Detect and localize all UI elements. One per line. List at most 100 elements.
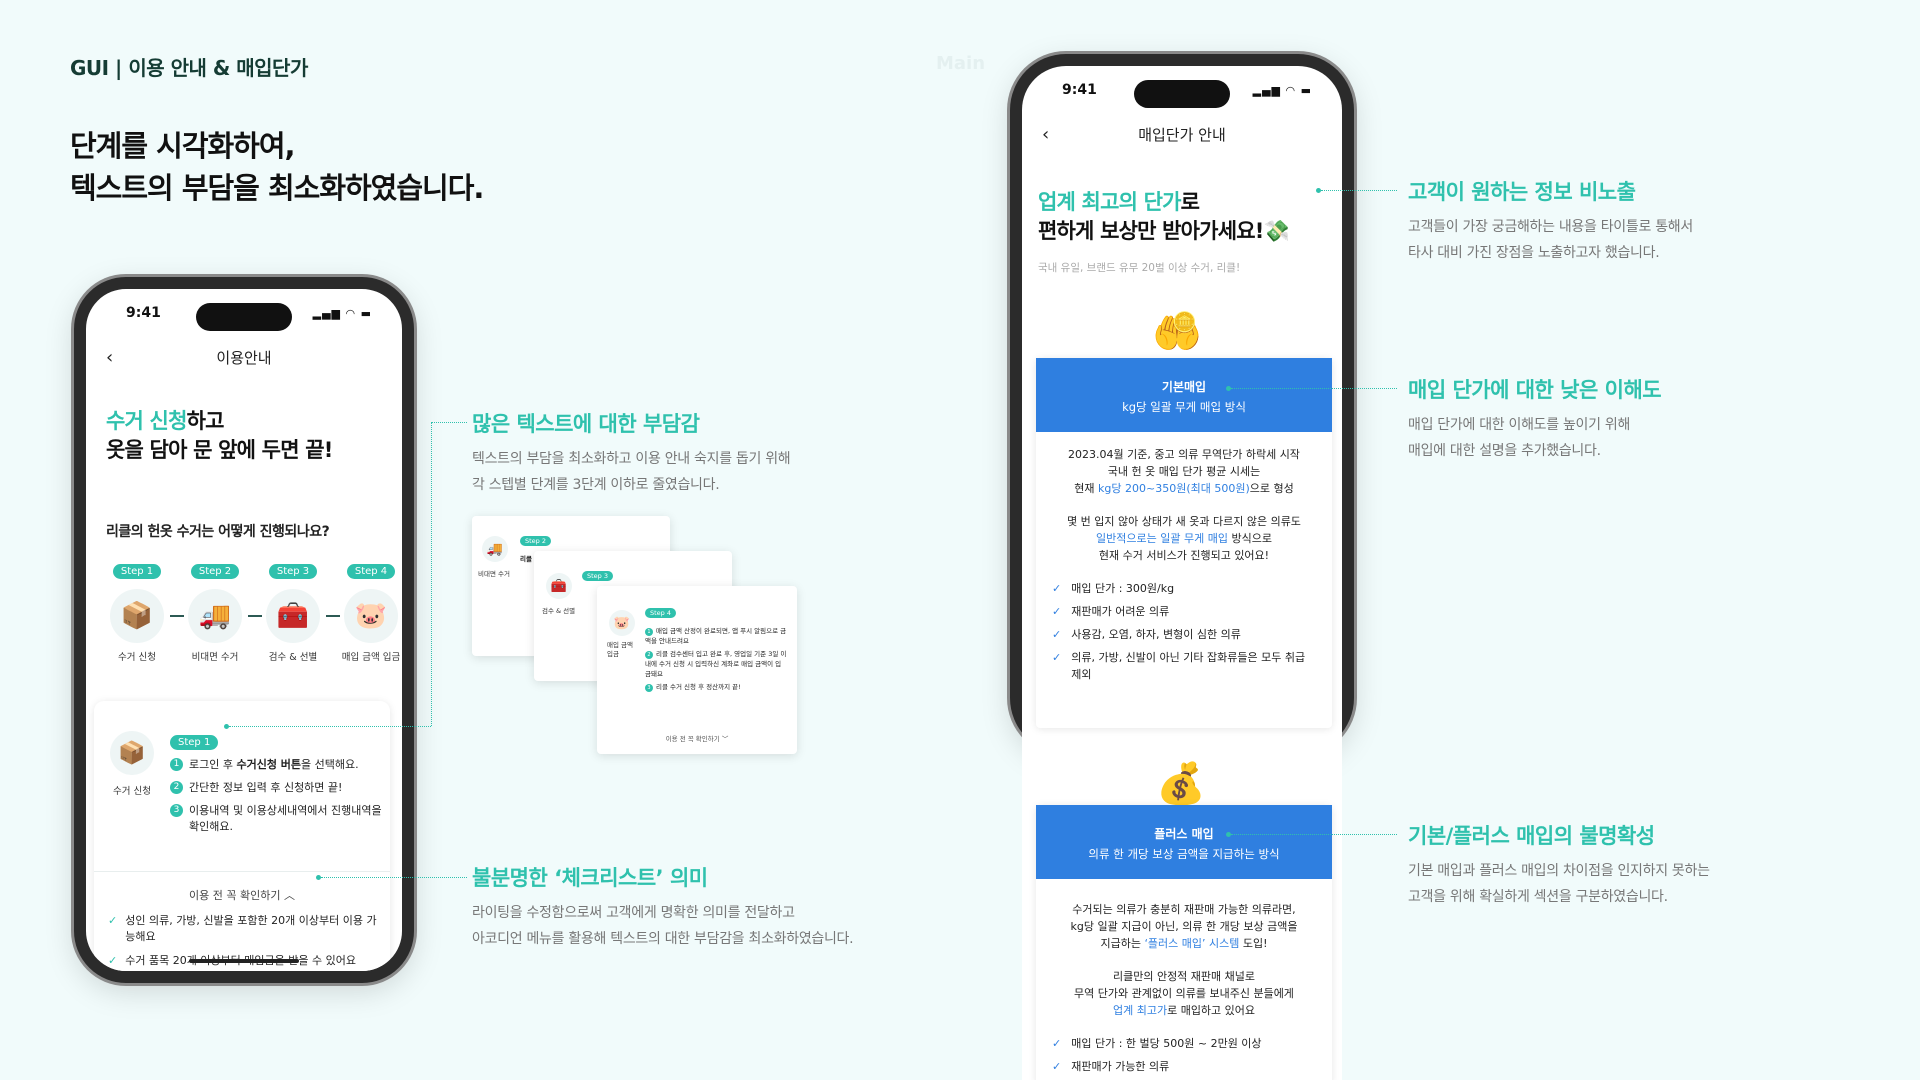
nav-title: 매입단가 안내 bbox=[1138, 126, 1226, 144]
headline-line1: 단계를 시각화하여, bbox=[70, 129, 296, 163]
paragraph: 몇 번 입지 않아 상태가 새 옷과 다르지 않은 의류도 일반적으로는 일괄 … bbox=[1067, 515, 1301, 562]
page-header: GUI | 이용 안내 & 매입단가 bbox=[70, 56, 308, 80]
coin-icon: 🪙 bbox=[1172, 310, 1197, 334]
step-label: 매입 금액 입금 bbox=[341, 652, 401, 663]
step-badge: Step 1 bbox=[112, 564, 162, 579]
card-step-badge: Step 1 bbox=[170, 735, 219, 750]
annotation-title: 매입 단가에 대한 낮은 이해도 bbox=[1408, 378, 1662, 402]
section-body: 수거되는 의류가 충분히 재판매 가능한 의류라면, kg당 일괄 지급이 아닌… bbox=[1036, 879, 1332, 1080]
section-title: 기본매입 bbox=[1161, 380, 1207, 394]
price-subtitle: 국내 유일, 브랜드 유무 20벌 이상 수거, 리클! bbox=[1038, 262, 1241, 274]
step-label: 검수 & 선별 bbox=[268, 652, 318, 663]
step-label: 비대면 수거 bbox=[191, 652, 239, 663]
check-icon: ✓ bbox=[1052, 605, 1062, 618]
connector-line bbox=[229, 726, 431, 727]
home-indicator bbox=[189, 959, 299, 963]
checklist: ✓ 성인 의류, 가방, 신발을 포함한 20개 이상부터 이용 가능해요 ✓ 수거… bbox=[108, 913, 378, 971]
guide-title: 수거 신청하고 옷을 담아 문 앞에 두면 끝! bbox=[106, 407, 333, 465]
basic-purchase-section: 기본매입 kg당 일괄 무게 매입 방식 2023.04월 기준, 중고 의류 … bbox=[1036, 358, 1332, 728]
check-icon: ✓ bbox=[1052, 1037, 1062, 1050]
mini-badge: Step 2 bbox=[520, 536, 552, 546]
headline: 단계를 시각화하여, 텍스트의 부담을 최소화하였습니다. bbox=[70, 125, 484, 209]
bullet: ✓ 의류, 가방, 신발이 아닌 기타 잡화류들은 모두 취급 제외 bbox=[1052, 651, 1306, 681]
step-1[interactable]: Step 1 📦 수거 신청 bbox=[100, 559, 174, 663]
mini-text: 리클 bbox=[520, 555, 532, 563]
paragraph: 2023.04월 기준, 중고 의류 무역단가 하락세 시작 국내 헌 옷 매입… bbox=[1068, 448, 1300, 495]
annotation-desc: 고객들이 가장 궁금해하는 내용을 타이틀로 통해서 타사 대비 가진 장점을 노… bbox=[1408, 219, 1693, 261]
dynamic-island bbox=[196, 303, 292, 331]
check-icon: ✓ bbox=[1052, 582, 1062, 595]
truck-icon: 🚚 bbox=[188, 589, 242, 643]
annotation-title: 기본/플러스 매입의 불명확성 bbox=[1408, 824, 1655, 848]
inspect-box-icon: 🧰 bbox=[266, 589, 320, 643]
connector-line bbox=[431, 422, 467, 423]
divider bbox=[94, 871, 390, 872]
step-label: 수거 신청 bbox=[118, 652, 156, 663]
step-badge: Step 2 bbox=[190, 564, 240, 579]
bullet: ✓ 사용감, 오염, 하자, 변형이 심한 의류 bbox=[1052, 628, 1241, 641]
annotation-title: 많은 텍스트에 대한 부담감 bbox=[472, 412, 700, 436]
mini-icon-label: 매입 금액 입금 bbox=[607, 641, 633, 658]
nav-title: 이용안내 bbox=[216, 349, 272, 367]
annotation-title: 고객이 원하는 정보 비노출 bbox=[1408, 180, 1636, 204]
section-sub: 의류 한 개당 보상 금액을 지급하는 방식 bbox=[1088, 847, 1280, 861]
step-row: Step 1 📦 수거 신청 Step 2 🚚 비대면 수거 Step 3 🧰 … bbox=[100, 559, 400, 669]
mini-badge: Step 4 bbox=[645, 608, 677, 618]
step-badge: Step 3 bbox=[268, 564, 318, 579]
check-icon: ✓ bbox=[108, 914, 118, 927]
inspect-box-icon: 🧰 bbox=[546, 573, 572, 599]
step-detail-card: 📦 수거 신청 Step 1 1 로그인 후 수거신청 버튼을 선택해요. 2 간단… bbox=[94, 701, 390, 971]
piggy-bank-icon: 🐷 bbox=[609, 610, 635, 636]
mini-icon-label: 비대면 수거 bbox=[478, 570, 510, 578]
plus-purchase-section: 플러스 매입 의류 한 개당 보상 금액을 지급하는 방식 수거되는 의류가 충… bbox=[1036, 805, 1332, 1080]
step-4[interactable]: Step 4 🐷 매입 금액 입금 bbox=[334, 559, 402, 663]
piggy-bank-icon: 🐷 bbox=[344, 589, 398, 643]
faint-label: Main bbox=[936, 53, 986, 74]
title-line2: 편하게 보상만 받아가세요! bbox=[1038, 219, 1264, 243]
truck-icon: 🚚 bbox=[482, 536, 508, 562]
status-icons: ▂▄▆ ◠ ▬ bbox=[1252, 84, 1312, 97]
dynamic-island bbox=[1134, 80, 1230, 108]
paragraph: 수거되는 의류가 충분히 재판매 가능한 의류라면, kg당 일괄 지급이 아닌… bbox=[1070, 903, 1298, 950]
step-badge: Step 4 bbox=[346, 564, 396, 579]
money-wings-icon: 💸 bbox=[1263, 219, 1290, 243]
question-heading: 리클의 헌옷 수거는 어떻게 진행되나요? bbox=[106, 524, 330, 540]
mini-list: 1 매입 금액 산정이 완료되면, 앱 푸시 알림으로 금액을 안내드려요 2 리클… bbox=[645, 627, 787, 692]
title-accent: 수거 신청 bbox=[106, 409, 187, 433]
list-item: 2 간단한 정보 입력 후 신청하면 끝! bbox=[170, 780, 384, 796]
step-3[interactable]: Step 3 🧰 검수 & 선별 bbox=[256, 559, 330, 663]
bullet: ✓ 재판매가 가능한 의류 bbox=[1052, 1060, 1170, 1073]
annotation-desc: 매입 단가에 대한 이해도를 높이기 위해 매입에 대한 설명을 추가했습니다. bbox=[1408, 417, 1631, 459]
section-header: 플러스 매입 의류 한 개당 보상 금액을 지급하는 방식 bbox=[1036, 805, 1332, 879]
accordion-toggle[interactable]: 이용 전 꼭 확인하기 ︿ bbox=[94, 887, 390, 903]
annotation-desc: 텍스트의 부담을 최소화하고 이용 안내 숙지를 돕기 위해 각 스텝별 단계를 … bbox=[472, 451, 791, 493]
check-icon: ✓ bbox=[1052, 1060, 1062, 1073]
check-icon: ✓ bbox=[1052, 628, 1062, 641]
section-sub: kg당 일괄 무게 매입 방식 bbox=[1122, 400, 1246, 414]
bullet: ✓ 매입 단가 : 한 벌당 500원 ~ 2만원 이상 bbox=[1052, 1037, 1262, 1050]
bullet: ✓ 매입 단가 : 300원/kg bbox=[1052, 582, 1175, 595]
chevron-down-icon: ﹀ bbox=[721, 735, 729, 743]
mini-card-step4: Step 4 🐷 매입 금액 입금 1 매입 금액 산정이 완료되면, 앱 푸시 … bbox=[597, 586, 797, 754]
mini-icon-label: 검수 & 선별 bbox=[542, 607, 576, 615]
annotation-title: 불분명한 ‘체크리스트’ 의미 bbox=[472, 866, 708, 890]
mini-footer[interactable]: 이용 전 꼭 확인하기 ﹀ bbox=[597, 734, 797, 744]
headline-line2: 텍스트의 부담을 최소화하였습니다. bbox=[70, 171, 484, 205]
title-accent: 업계 최고의 단가 bbox=[1038, 190, 1181, 214]
check-item: ✓ 성인 의류, 가방, 신발을 포함한 20개 이상부터 이용 가능해요 bbox=[108, 914, 377, 943]
connector-line bbox=[321, 877, 467, 878]
check-icon: ✓ bbox=[1052, 651, 1062, 664]
card-step-list: 1 로그인 후 수거신청 버튼을 선택해요. 2 간단한 정보 입력 후 신청하면 … bbox=[170, 757, 384, 842]
paragraph: 리클만의 안정적 재판매 채널로 무역 단가와 관계없이 의류를 보내주신 분들… bbox=[1074, 970, 1294, 1017]
list-item: 3 이용내역 및 이용상세내역에서 진행내역을 확인해요. bbox=[170, 803, 384, 835]
step-2[interactable]: Step 2 🚚 비대면 수거 bbox=[178, 559, 252, 663]
section-body: 2023.04월 기준, 중고 의류 무역단가 하락세 시작 국내 헌 옷 매입… bbox=[1036, 432, 1332, 699]
connector-line bbox=[431, 422, 432, 726]
connector-line bbox=[1231, 834, 1397, 835]
connector-line bbox=[1321, 190, 1397, 191]
connector-line bbox=[1231, 388, 1397, 389]
check-icon: ✓ bbox=[108, 954, 118, 967]
box-icon: 📦 bbox=[110, 731, 154, 775]
card-icon-label: 수거 신청 bbox=[113, 786, 151, 797]
annotation-desc: 기본 매입과 플러스 매입의 차이점을 인지하지 못하는 고객을 위해 확실하게 … bbox=[1408, 863, 1710, 905]
